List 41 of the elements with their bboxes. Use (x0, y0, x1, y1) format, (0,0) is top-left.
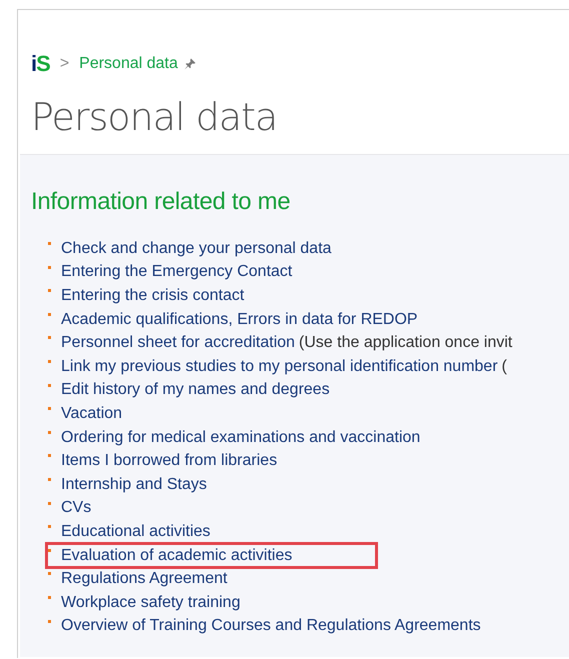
menu-link[interactable]: Regulations Agreement (61, 570, 228, 588)
section-heading: Information related to me (31, 187, 292, 217)
menu-link[interactable]: Internship and Stays (61, 476, 207, 494)
bullet-icon (48, 596, 51, 599)
menu-link[interactable]: Educational activities (61, 522, 210, 541)
bullet-icon (48, 336, 51, 340)
note-text: (Use the application once invit (298, 334, 512, 352)
bullet-icon (48, 478, 51, 481)
bullet-icon (48, 548, 51, 552)
menu-link[interactable]: Vacation (61, 404, 122, 423)
menu-link[interactable]: Link my previous studies to my personal identification number (61, 358, 498, 376)
menu-link[interactable]: CVs (61, 499, 92, 518)
bullet-icon (48, 620, 51, 622)
menu-link[interactable]: Items I borrowed from libraries (61, 452, 278, 470)
bullet-icon (48, 360, 51, 363)
bullet-icon (48, 572, 51, 576)
bullet-icon (48, 430, 51, 434)
menu-link[interactable]: Workplace safety training (61, 594, 240, 612)
bullet-icon (48, 266, 51, 269)
menu-link[interactable]: Check and change your personal data (61, 240, 332, 258)
menu-link[interactable]: Entering the Emergency Contact (61, 263, 292, 282)
menu-link[interactable]: Academic qualifications, Errors in data for REDOP (61, 310, 418, 329)
breadcrumb-separator: > (60, 55, 70, 73)
bullet-icon (48, 384, 51, 387)
bullet-icon (48, 312, 51, 316)
page-title: Personal data (31, 94, 278, 141)
bullet-icon (48, 525, 51, 528)
menu-link[interactable]: Evaluation of academic activities (61, 546, 292, 565)
menu-link[interactable]: Entering the crisis contact (61, 286, 244, 305)
bullet-icon (48, 407, 51, 410)
menu-link[interactable]: Overview of Training Courses and Regulations Agreements (61, 617, 481, 636)
bullet-icon (48, 502, 51, 505)
logo[interactable]: iS (31, 52, 50, 76)
menu-link[interactable]: Personnel sheet for accreditation (61, 334, 295, 352)
bullet-icon (48, 289, 51, 292)
bullet-icon (48, 454, 51, 458)
pin-icon[interactable] (184, 58, 196, 70)
menu-link[interactable]: Ordering for medical examinations and vaccination (61, 428, 420, 447)
menu-link[interactable]: Edit history of my names and degrees (61, 381, 330, 400)
note-text: ( (502, 358, 507, 376)
bullet-icon (48, 242, 51, 245)
